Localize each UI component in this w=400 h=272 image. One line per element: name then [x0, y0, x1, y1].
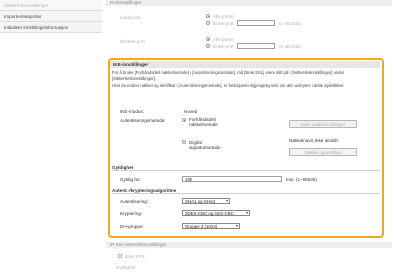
remote-port-range: (1–65 535) — [279, 44, 302, 49]
local-port-all-label: Alle porter — [213, 14, 234, 19]
local-port-input[interactable] — [237, 20, 275, 26]
validity-unit: min. (1–65535) — [286, 177, 317, 182]
local-port-single-label: Enkel port — [213, 21, 234, 26]
ike-description-2: Hvis du endrer nøkkel og sertifikat i [A… — [112, 83, 345, 88]
remote-port-all-radio[interactable] — [206, 37, 210, 41]
auth-signature-label: Digital signaturmetode — [189, 140, 225, 151]
sidebar-item-security-settings[interactable]: Sikkerhetsinnstillinger — [0, 0, 102, 11]
ike-settings-title: IKE-innstillinger — [110, 61, 380, 68]
sidebar: Sikkerhetsinnstillinger Importer/eksport… — [0, 0, 102, 272]
auth-method-label: Autentiseringsmetode: — [120, 118, 166, 123]
key-name-value: Ikke innstilt — [315, 138, 338, 143]
shared-key-settings-button[interactable]: Delte nøkkelinnstillinger — [289, 120, 357, 128]
remote-port-single-radio[interactable] — [206, 44, 210, 48]
algo-dh-select[interactable]: Gruppe 2 (1024) — [182, 223, 240, 229]
key-certificate-button[interactable]: Nøkkel og sertifikat — [289, 148, 357, 156]
algo-enc-select[interactable]: 3DES-CBC og AES-CBC — [182, 210, 250, 216]
validity-header: Gyldighet — [112, 165, 380, 171]
sidebar-item-import-export[interactable]: Importer/eksporter — [0, 11, 102, 22]
auth-psk-label: Forhåndsdelt nøkkelmetode — [189, 117, 231, 128]
local-port-all-radio[interactable] — [206, 14, 210, 18]
algo-dh-value: Gruppe 2 (1024) — [185, 224, 218, 229]
auth-signature-radio[interactable] — [182, 140, 186, 144]
algo-enc-value: 3DES-CBC og AES-CBC — [185, 211, 234, 216]
remote-port-label: Ekstern port: — [120, 39, 147, 44]
main-panel: Portinnstillinger Lokal port: Alle porte… — [106, 0, 400, 272]
remote-port-all-label: Alle porter — [213, 37, 234, 42]
chevron-down-icon — [226, 200, 228, 203]
algorithm-header: Autent.-/krypteringsalgoritme — [112, 188, 380, 194]
pfs-label: Bruk PFS — [125, 254, 145, 259]
algo-auth-value: SHA1 og SHA2 — [185, 199, 216, 204]
remote-port-input[interactable] — [237, 43, 275, 49]
port-settings-header: Portinnstillinger — [106, 0, 392, 6]
auth-signature-text: Digital signaturmetode — [189, 140, 221, 151]
remote-port-single-label: Enkel port — [213, 44, 234, 49]
algo-dh-label: DH-gruppe: — [120, 224, 144, 229]
validity-input[interactable]: 480 — [182, 176, 282, 182]
auth-psk-text: Forhåndsdelt nøkkelmetode — [189, 117, 218, 128]
ike-description-1: For å bruke [Forhåndsdelt nøkkelmetode] … — [112, 70, 345, 81]
ipsec-network-header: IP Sec-nettverksinnstillinger — [106, 242, 392, 248]
key-name-label: Nøkkelnavn: — [289, 138, 315, 143]
algo-enc-label: Kryptering: — [120, 211, 143, 216]
algo-auth-select[interactable]: SHA1 og SHA2 — [182, 198, 230, 204]
chevron-down-icon — [236, 225, 238, 228]
ipsec-validity-header: Gyldighet — [116, 265, 136, 270]
auth-psk-radio[interactable] — [182, 118, 186, 122]
algo-auth-label: Autentisering: — [120, 199, 149, 204]
chevron-down-icon — [246, 212, 248, 215]
ike-mode-value: Hoved — [184, 109, 198, 114]
pfs-checkbox[interactable] — [118, 254, 122, 258]
local-port-range: (1–65 535) — [279, 21, 302, 26]
ike-mode-label: IKE-modus: — [120, 109, 144, 114]
local-port-single-radio[interactable] — [206, 21, 210, 25]
validity-label: Gyldig for: — [120, 177, 141, 182]
local-port-label: Lokal port: — [120, 15, 142, 20]
sidebar-item-initialize-settings[interactable]: Initialiser innstillingsinformasjon — [0, 22, 102, 33]
